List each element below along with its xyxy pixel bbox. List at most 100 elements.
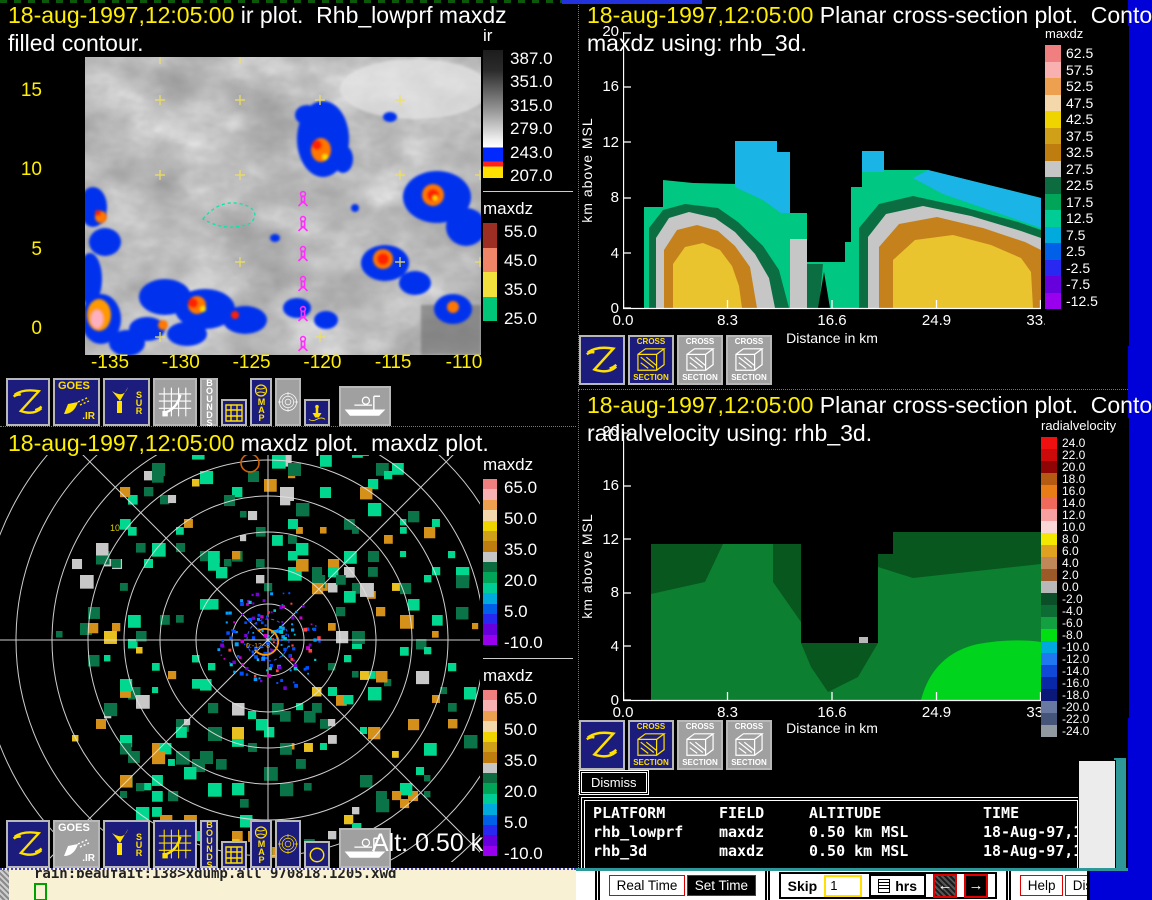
cross-label: CROSS — [686, 723, 714, 731]
rings-button[interactable] — [275, 378, 301, 426]
colorbar-swatch — [483, 721, 497, 731]
bounds-label: BOUNDS — [205, 378, 214, 426]
colorbar-swatch — [483, 815, 497, 825]
colorbar-swatch — [1041, 461, 1057, 473]
ship-button[interactable] — [339, 386, 391, 426]
x-tick-label: 16.6 — [806, 704, 858, 721]
colorbar-tick-label: 5.0 — [504, 814, 543, 831]
title-text: Planar cross-section plot. Contour of — [813, 2, 1152, 28]
zebra-logo-button[interactable] — [579, 335, 625, 385]
set-time-button[interactable]: Set Time — [687, 875, 756, 896]
small-grid-button[interactable] — [221, 399, 247, 426]
colorbar-swatch — [1041, 665, 1057, 677]
cross-section-button-2[interactable]: CROSS SECTION — [677, 335, 723, 385]
colorbar-row: 7.5 — [1045, 227, 1129, 244]
title-timestamp: 18-aug-1997,12:05:00 — [8, 430, 234, 456]
colorbar-swatch — [1045, 111, 1061, 128]
goes-ir-button[interactable]: GOES .IR — [53, 378, 100, 426]
title-timestamp: 18-aug-1997,12:05:00 — [587, 392, 813, 418]
zebra-logo-button[interactable] — [6, 378, 50, 426]
grid-icon — [225, 846, 243, 864]
colorbar-row: 12.5 — [1045, 210, 1129, 227]
map-label: MAP — [257, 839, 266, 863]
colorbar-row: 20.0 — [1041, 461, 1129, 473]
separator — [765, 871, 770, 900]
sur-button[interactable]: SUR — [103, 378, 150, 426]
x-tick-label: 24.9 — [911, 312, 963, 329]
hrs-button[interactable]: hrs — [869, 874, 926, 897]
range-rings-icon — [278, 392, 298, 412]
rings-button[interactable] — [275, 820, 301, 868]
help-button[interactable]: Help — [1020, 875, 1064, 896]
colorbar-swatch — [1041, 641, 1057, 653]
colorbar-name: maxdz — [1045, 26, 1129, 41]
cross-section-button-1[interactable]: CROSS SECTION — [628, 720, 674, 770]
circle-icon — [308, 846, 326, 864]
colorbar-row: 24.0 — [1041, 437, 1129, 449]
cross-section-button-3[interactable]: CROSS SECTION — [726, 720, 772, 770]
scrollbar-thumb[interactable] — [1078, 760, 1116, 872]
y-tick-label: 4 — [611, 638, 619, 655]
bounds-button[interactable]: BOUNDS — [200, 820, 218, 868]
colorbar-tick-label: 2.5 — [1066, 244, 1085, 258]
grid-icon — [225, 404, 243, 422]
contour-fills — [644, 141, 1041, 308]
colorbar-row: 2.5 — [1045, 243, 1129, 260]
zebra-logo-button[interactable] — [579, 720, 625, 770]
terminal-scroll-strip[interactable] — [0, 870, 9, 900]
colorbar-row: -24.0 — [1041, 725, 1129, 737]
colorbar-tick-label: 243.0 — [510, 144, 553, 161]
colorbar-swatch — [1041, 449, 1057, 461]
panel-radialvelocity-cross-section: 18-aug-1997,12:05:00 Planar cross-sectio… — [578, 390, 1128, 868]
maxdz-cross-section-plot[interactable] — [623, 32, 1041, 310]
goes-ir-button[interactable]: GOES .IR — [53, 820, 100, 868]
colorbar-swatch — [1045, 161, 1061, 178]
grid-radar-button[interactable] — [153, 820, 197, 868]
ir-satellite-image[interactable] — [85, 57, 481, 355]
panel-ir-satellite: 18-aug-1997,12:05:00 ir plot. Rhb_lowprf… — [0, 0, 576, 427]
y-tick-label: 10 — [6, 159, 42, 181]
real-time-button[interactable]: Real Time — [609, 875, 686, 896]
goes-label: GOES — [58, 823, 90, 834]
colorbar-tick-label: 47.5 — [1066, 96, 1093, 110]
colorbar-swatch — [1041, 557, 1057, 569]
circle-button[interactable] — [304, 841, 330, 868]
colorbar-row: 22.0 — [1041, 449, 1129, 461]
colorbar-tick-label: 62.5 — [1066, 46, 1093, 60]
small-grid-button[interactable] — [221, 841, 247, 868]
terminal-window[interactable]: rain:beaufait:138>xdump.all 970818.1205.… — [0, 868, 576, 900]
step-back-button[interactable]: ← — [933, 874, 957, 898]
x-tick-label: -125 — [222, 352, 282, 374]
map-button[interactable]: MAP — [250, 378, 272, 426]
step-forward-button[interactable]: → — [964, 874, 988, 898]
colorbar-swatch — [483, 773, 497, 783]
zebra-logo-button[interactable] — [6, 820, 50, 868]
hrs-label: hrs — [895, 878, 917, 894]
cube-icon — [733, 731, 765, 759]
radialvelocity-cross-section-plot[interactable] — [623, 432, 1041, 702]
cross-label: CROSS — [637, 338, 665, 346]
maxdz-colorbar-small: 55.045.035.025.0 — [483, 223, 576, 327]
colorbar-swatch — [1041, 725, 1057, 737]
buoy-button[interactable] — [304, 399, 330, 426]
cross-section-button-2[interactable]: CROSS SECTION — [677, 720, 723, 770]
skip-value-input[interactable] — [824, 875, 862, 897]
col-field: FIELD — [719, 804, 809, 823]
colorbar-swatch — [483, 562, 497, 572]
dismiss-panel-button[interactable]: Dismiss — [581, 772, 647, 793]
grid-radar-button[interactable] — [153, 378, 197, 426]
cross-section-button-3[interactable]: CROSS SECTION — [726, 335, 772, 385]
colorbar-tick-label: 57.5 — [1066, 63, 1093, 77]
map-button[interactable]: MAP — [250, 820, 272, 868]
y-tick-label: 5 — [6, 239, 42, 261]
colorbar-swatch — [483, 804, 497, 814]
maxdz-ppi-plot[interactable] — [0, 455, 480, 862]
cross-section-button-1[interactable]: CROSS SECTION — [628, 335, 674, 385]
x-tick-label: 8.3 — [702, 312, 754, 329]
colorbar-swatch — [1045, 227, 1061, 244]
sur-button[interactable]: SUR — [103, 820, 150, 868]
bounds-button[interactable]: BOUNDS — [200, 378, 218, 426]
colorbar-tick-label: -2.5 — [1066, 261, 1090, 275]
y-tick-label: 12 — [602, 531, 619, 548]
col-platform: PLATFORM — [593, 804, 719, 823]
